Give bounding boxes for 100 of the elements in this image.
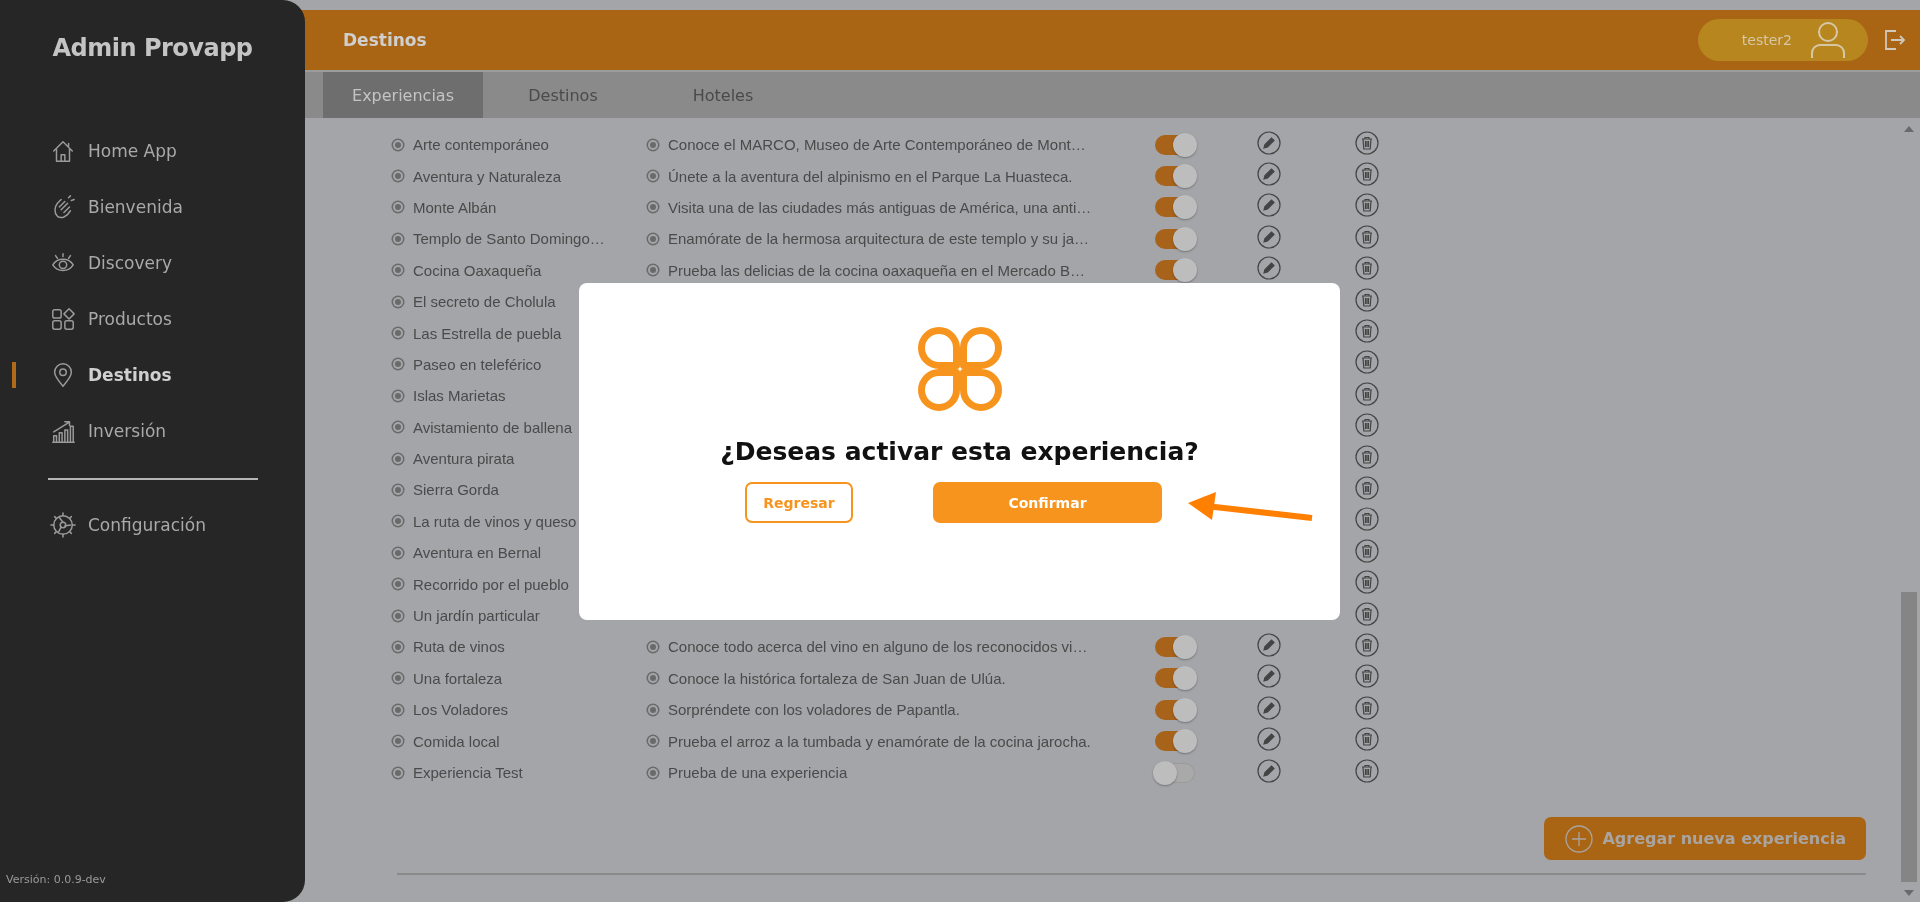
experience-name: Islas Marietas: [413, 387, 506, 405]
bullet-icon: [395, 518, 401, 525]
experience-name: Avistamiento de ballena: [413, 418, 572, 436]
bullet-icon: [395, 392, 401, 399]
trash-icon[interactable]: [1355, 256, 1379, 281]
home-icon: [50, 138, 76, 164]
trash-icon[interactable]: [1355, 727, 1379, 752]
toggle-switch[interactable]: [1155, 260, 1195, 281]
trash-icon[interactable]: [1355, 444, 1379, 469]
bullet-icon: [395, 675, 401, 682]
trash-icon[interactable]: [1355, 476, 1379, 500]
edit-icon[interactable]: [1257, 664, 1281, 689]
trash-icon[interactable]: [1355, 695, 1379, 720]
trash-icon[interactable]: [1355, 162, 1379, 187]
experience-name: Sierra Gorda: [413, 481, 499, 499]
trash-icon[interactable]: [1355, 319, 1379, 344]
experience-name: La ruta de vinos y queso: [413, 512, 577, 530]
toggle-switch[interactable]: [1155, 197, 1195, 218]
toggle-switch[interactable]: [1155, 228, 1195, 249]
experience-description: Prueba las delicias de la cocina oaxaqueña en el Mercado B…: [668, 261, 1085, 279]
experience-name: Los Voladores: [413, 701, 509, 719]
edit-icon[interactable]: [1257, 130, 1281, 155]
experience-name: Recorrido por el pueblo: [413, 575, 569, 593]
experience-name: Experiencia Test: [413, 764, 523, 781]
bullet-icon: [395, 487, 401, 493]
trash-icon[interactable]: [1355, 570, 1379, 595]
bullet-icon: [395, 267, 401, 274]
toggle-switch[interactable]: [1155, 762, 1195, 783]
trash-icon[interactable]: [1355, 601, 1379, 626]
experience-name: Monte Albán: [413, 198, 497, 216]
experience-name: Una fortaleza: [413, 669, 503, 687]
trash-icon[interactable]: [1355, 664, 1379, 689]
toggle-switch[interactable]: [1155, 134, 1195, 155]
trash-icon[interactable]: [1355, 381, 1379, 406]
trash-icon[interactable]: [1355, 632, 1379, 657]
bullet-icon: [395, 173, 401, 180]
bullet-icon: [650, 173, 656, 180]
logout-icon[interactable]: [1882, 28, 1906, 52]
bullet-icon: [395, 204, 401, 211]
sidebar-item[interactable]: Discovery: [14, 246, 172, 280]
bullet-icon: [650, 738, 656, 745]
toggle-switch[interactable]: [1155, 668, 1195, 689]
edit-icon[interactable]: [1257, 695, 1281, 720]
bullet-icon: [650, 769, 656, 776]
trash-icon[interactable]: [1355, 130, 1379, 155]
trash-icon[interactable]: [1355, 413, 1379, 438]
toggle-switch[interactable]: [1155, 731, 1195, 752]
trash-icon[interactable]: [1355, 224, 1379, 249]
experience-description: Prueba el arroz a la tumbada y enamórate de la cocina jarocha.: [668, 732, 1091, 750]
toggle-switch[interactable]: [1155, 636, 1195, 657]
edit-icon[interactable]: [1257, 727, 1281, 752]
edit-icon[interactable]: [1257, 162, 1281, 187]
bullet-icon: [395, 235, 401, 242]
bullet-icon: [395, 549, 401, 556]
trash-icon[interactable]: [1355, 538, 1379, 563]
sidebar-item[interactable]: Home App: [14, 134, 177, 168]
experience-name: Comida local: [413, 732, 500, 750]
sidebar-item[interactable]: Destinos: [14, 358, 172, 392]
bullet-icon: [395, 738, 401, 745]
sidebar-item[interactable]: Bienvenida: [14, 190, 183, 224]
bullet-icon: [650, 141, 656, 148]
toggle-switch[interactable]: [1155, 166, 1195, 187]
bullet-icon: [650, 267, 656, 274]
experience-description: Sorpréndete con los voladores de Papantla.: [668, 701, 960, 719]
experience-name: Templo de Santo Domingo…: [413, 230, 605, 248]
bullet-icon: [395, 424, 401, 431]
edit-icon[interactable]: [1257, 193, 1281, 218]
edit-icon[interactable]: [1257, 758, 1281, 783]
bullet-icon: [395, 643, 401, 650]
sidebar-item[interactable]: Inversión: [14, 414, 167, 448]
experience-name: Aventura en Bernal: [413, 544, 542, 562]
edit-icon[interactable]: [1257, 224, 1281, 249]
experience-name: Aventura pirata: [413, 450, 515, 468]
sidebar-item[interactable]: Configuración: [14, 508, 206, 542]
toggle-switch[interactable]: [1155, 699, 1195, 720]
experience-name: Cocina Oaxaqueña: [413, 261, 542, 279]
experience-description: Conoce la histórica fortaleza de San Juan de Ulúa.: [668, 669, 1006, 687]
bullet-icon: [395, 298, 401, 305]
bar-chart-icon: [50, 418, 76, 444]
bullet-icon: [395, 455, 401, 462]
clover-logo-icon: [917, 327, 1002, 411]
trash-icon[interactable]: [1355, 350, 1379, 375]
bullet-icon: [650, 235, 656, 242]
bullet-icon: [395, 361, 401, 368]
dialog-title: ¿Deseas activar esta experiencia?: [720, 437, 1199, 466]
experience-name: El secreto de Cholula: [413, 293, 556, 311]
trash-icon[interactable]: [1355, 287, 1379, 312]
bullet-icon: [395, 612, 401, 619]
page-title: Destinos: [343, 30, 427, 50]
trash-icon[interactable]: [1355, 507, 1379, 532]
bullet-icon: [650, 706, 656, 713]
bullet-icon: [395, 141, 401, 148]
trash-icon[interactable]: [1355, 758, 1379, 783]
edit-icon[interactable]: [1257, 632, 1281, 657]
edit-icon[interactable]: [1257, 256, 1281, 281]
sidebar-item[interactable]: Productos: [14, 302, 172, 336]
trash-icon[interactable]: [1355, 193, 1379, 218]
bullet-icon: [395, 706, 401, 713]
bullet-icon: [395, 581, 401, 588]
experience-name: Ruta de vinos: [413, 638, 505, 656]
